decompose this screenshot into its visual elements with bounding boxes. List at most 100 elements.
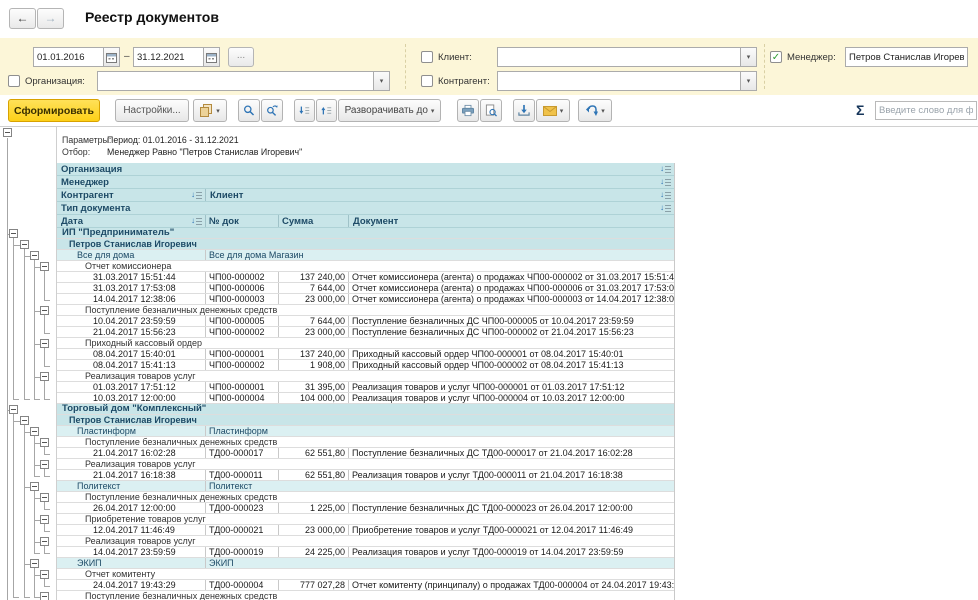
table-row[interactable]: Приходный кассовый ордер bbox=[57, 338, 674, 349]
back-button[interactable]: ← bbox=[9, 8, 36, 29]
sort-icon[interactable]: ↓ bbox=[660, 204, 671, 212]
manager-checkbox[interactable]: ✓ bbox=[770, 51, 782, 63]
collapse-box[interactable] bbox=[20, 416, 29, 425]
table-row[interactable]: Реализация товаров услуг bbox=[57, 371, 674, 382]
table-row[interactable]: Поступление безналичных денежных средств bbox=[57, 437, 674, 448]
header-sum[interactable]: Сумма bbox=[278, 215, 348, 227]
table-row[interactable]: 10.04.2017 23:59:59ЧП00-0000057 644,00По… bbox=[57, 316, 674, 327]
sort-icon[interactable]: ↓ bbox=[660, 165, 671, 173]
collapse-box[interactable] bbox=[30, 251, 39, 260]
period-from-input[interactable] bbox=[34, 48, 103, 66]
save-button[interactable] bbox=[513, 99, 535, 122]
collapse-box[interactable] bbox=[30, 427, 39, 436]
collapse-box[interactable] bbox=[40, 592, 49, 600]
sort-icon[interactable]: ↓ bbox=[660, 191, 671, 199]
table-row[interactable]: 14.04.2017 23:59:59ТД00-00001924 225,00Р… bbox=[57, 547, 674, 558]
collapse-groups-button[interactable] bbox=[294, 99, 315, 122]
report-variants-button[interactable]: ▾ bbox=[193, 99, 227, 122]
table-row[interactable]: 26.04.2017 12:00:00ТД00-0000231 225,00По… bbox=[57, 503, 674, 514]
collapse-box[interactable] bbox=[9, 229, 18, 238]
table-row[interactable]: Торговый дом "Комплексный" bbox=[57, 404, 674, 415]
table-row[interactable]: Петров Станислав Игоревич bbox=[57, 415, 674, 426]
header-docnum[interactable]: № док bbox=[205, 215, 278, 227]
header-date[interactable]: Дата ↓ bbox=[57, 215, 205, 227]
table-row[interactable]: 31.03.2017 15:51:44ЧП00-000002137 240,00… bbox=[57, 272, 674, 283]
table-row[interactable]: Поступление безналичных денежных средств bbox=[57, 492, 674, 503]
collapse-box[interactable] bbox=[40, 438, 49, 447]
table-row[interactable]: ПолитекстПолитекст bbox=[57, 481, 674, 492]
search-button[interactable] bbox=[238, 99, 260, 122]
quick-filter-input[interactable] bbox=[875, 101, 977, 120]
collapse-box[interactable] bbox=[40, 372, 49, 381]
table-row[interactable]: Реализация товаров услуг bbox=[57, 459, 674, 470]
table-row[interactable]: 10.03.2017 12:00:00ЧП00-000004104 000,00… bbox=[57, 393, 674, 404]
collapse-box[interactable] bbox=[40, 537, 49, 546]
table-row[interactable]: Поступление безналичных денежных средств bbox=[57, 591, 674, 600]
table-row[interactable]: Приобретение товаров услуг bbox=[57, 514, 674, 525]
period-to-input[interactable] bbox=[134, 48, 203, 66]
collapse-box[interactable] bbox=[40, 515, 49, 524]
counterparty-input[interactable] bbox=[498, 72, 740, 90]
collapse-box[interactable] bbox=[30, 482, 39, 491]
table-row[interactable]: Отчет комитенту bbox=[57, 569, 674, 580]
search-next-button[interactable] bbox=[261, 99, 283, 122]
collapse-box[interactable] bbox=[40, 460, 49, 469]
table-row[interactable]: Петров Станислав Игоревич bbox=[57, 239, 674, 250]
table-row[interactable]: 31.03.2017 17:53:08ЧП00-0000067 644,00От… bbox=[57, 283, 674, 294]
table-row[interactable]: ПластинформПластинформ bbox=[57, 426, 674, 437]
client-checkbox[interactable] bbox=[421, 51, 433, 63]
collapse-box[interactable] bbox=[3, 128, 12, 137]
collapse-box[interactable] bbox=[20, 240, 29, 249]
header-document[interactable]: Документ bbox=[348, 215, 674, 227]
sort-icon[interactable]: ↓ bbox=[660, 178, 671, 186]
table-row[interactable]: 21.04.2017 16:18:38ТД00-00001162 551,80Р… bbox=[57, 470, 674, 481]
counterparty-checkbox[interactable] bbox=[421, 75, 433, 87]
calendar-icon[interactable] bbox=[103, 48, 119, 66]
organization-input[interactable] bbox=[98, 72, 373, 90]
calendar-icon[interactable] bbox=[203, 48, 219, 66]
table-row[interactable]: ИП "Предприниматель" bbox=[57, 228, 674, 239]
table-row[interactable]: 21.04.2017 16:02:28ТД00-00001762 551,80П… bbox=[57, 448, 674, 459]
table-row[interactable]: Реализация товаров услуг bbox=[57, 536, 674, 547]
expand-to-button[interactable]: Разворачивать до ▾ bbox=[338, 99, 441, 122]
header-organization[interactable]: Организация ↓ bbox=[57, 163, 674, 175]
table-row[interactable]: 12.04.2017 11:46:49ТД00-00002123 000,00П… bbox=[57, 525, 674, 536]
table-row[interactable]: 08.04.2017 15:41:13ЧП00-0000021 908,00Пр… bbox=[57, 360, 674, 371]
table-row[interactable]: Отчет комиссионера bbox=[57, 261, 674, 272]
table-row[interactable]: 08.04.2017 15:40:01ЧП00-000001137 240,00… bbox=[57, 349, 674, 360]
print-button[interactable] bbox=[457, 99, 479, 122]
collapse-box[interactable] bbox=[9, 405, 18, 414]
send-mail-button[interactable]: ▾ bbox=[536, 99, 570, 122]
forward-button[interactable]: → bbox=[37, 8, 64, 29]
collapse-box[interactable] bbox=[40, 262, 49, 271]
table-row[interactable]: Все для домаВсе для дома Магазин bbox=[57, 250, 674, 261]
sort-icon[interactable]: ↓ bbox=[191, 217, 202, 225]
dropdown-button[interactable]: ▾ bbox=[740, 48, 756, 66]
sort-icon[interactable]: ↓ bbox=[191, 191, 202, 199]
collapse-box[interactable] bbox=[40, 570, 49, 579]
print-preview-button[interactable] bbox=[480, 99, 502, 122]
dropdown-button[interactable]: ▾ bbox=[740, 72, 756, 90]
header-doctype[interactable]: Тип документа ↓ bbox=[57, 202, 674, 214]
table-row[interactable]: 14.04.2017 12:38:06ЧП00-00000323 000,00О… bbox=[57, 294, 674, 305]
header-manager[interactable]: Менеджер ↓ bbox=[57, 176, 674, 188]
table-row[interactable]: Поступление безналичных денежных средств bbox=[57, 305, 674, 316]
header-client[interactable]: Клиент ↓ bbox=[205, 189, 674, 201]
period-more-button[interactable]: ... bbox=[228, 47, 254, 67]
dropdown-button[interactable]: ▾ bbox=[373, 72, 389, 90]
collapse-box[interactable] bbox=[40, 306, 49, 315]
decode-button[interactable]: ▾ bbox=[578, 99, 612, 122]
table-row[interactable]: 24.04.2017 19:43:29ТД00-000004777 027,28… bbox=[57, 580, 674, 591]
table-row[interactable]: 01.03.2017 17:51:12ЧП00-00000131 395,00Р… bbox=[57, 382, 674, 393]
settings-button[interactable]: Настройки... bbox=[115, 99, 189, 122]
collapse-box[interactable] bbox=[40, 339, 49, 348]
client-input[interactable] bbox=[498, 48, 740, 66]
organization-checkbox[interactable] bbox=[8, 75, 20, 87]
manager-input[interactable] bbox=[846, 48, 967, 66]
generate-button[interactable]: Сформировать bbox=[8, 99, 100, 122]
expand-groups-button[interactable] bbox=[316, 99, 337, 122]
table-row[interactable]: ЭКИПЭКИП bbox=[57, 558, 674, 569]
header-counterparty[interactable]: Контрагент ↓ bbox=[57, 189, 205, 201]
collapse-box[interactable] bbox=[40, 493, 49, 502]
table-row[interactable]: 21.04.2017 15:56:23ЧП00-00000223 000,00П… bbox=[57, 327, 674, 338]
